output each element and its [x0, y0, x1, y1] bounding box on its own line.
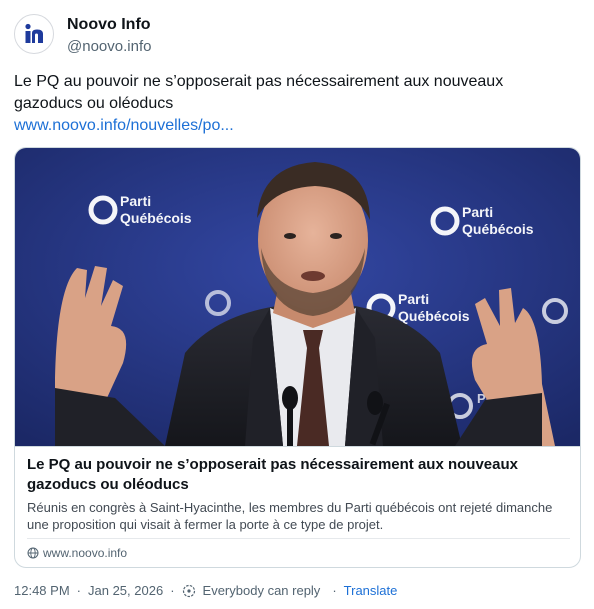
post-time[interactable]: 12:48 PM: [14, 583, 70, 598]
post-meta: 12:48 PM · Jan 25, 2026 · Everybody can …: [14, 583, 397, 598]
card-domain: www.noovo.info: [27, 546, 127, 560]
reply-audience-icon: [182, 584, 196, 598]
globe-icon: [27, 547, 39, 559]
noovo-logo-icon: [25, 23, 43, 43]
author-avatar[interactable]: [14, 14, 54, 54]
svg-text:Québécois: Québécois: [120, 210, 192, 226]
svg-text:Parti: Parti: [120, 193, 151, 209]
meta-separator: ·: [76, 583, 81, 598]
card-description: Réunis en congrès à Saint-Hyacinthe, les…: [27, 500, 553, 532]
author-name[interactable]: Noovo Info: [67, 16, 151, 34]
author-handle[interactable]: @noovo.info: [67, 38, 151, 55]
svg-text:Parti: Parti: [398, 291, 429, 307]
post-text: Le PQ au pouvoir ne s’opposerait pas néc…: [14, 73, 504, 112]
svg-text:Québécois: Québécois: [462, 221, 534, 237]
card-image: Parti Québécois Parti Québécois Parti Qu…: [15, 148, 580, 446]
reply-setting[interactable]: Everybody can reply: [203, 583, 321, 598]
svg-text:Parti: Parti: [462, 204, 493, 220]
svg-text:Québécois: Québécois: [398, 308, 470, 324]
meta-separator: ·: [170, 583, 175, 598]
card-divider: [15, 446, 580, 447]
card-separator: [27, 538, 570, 539]
post: Noovo Info @noovo.info Le PQ au pouvoir …: [0, 0, 594, 609]
translate-link[interactable]: Translate: [344, 583, 398, 598]
card-domain-label: www.noovo.info: [43, 546, 128, 560]
link-preview-card[interactable]: Parti Québécois Parti Québécois Parti Qu…: [14, 147, 581, 568]
meta-separator: ·: [332, 583, 337, 598]
post-link[interactable]: www.noovo.info/nouvelles/po...: [14, 115, 234, 137]
card-title: Le PQ au pouvoir ne s’opposerait pas néc…: [27, 456, 518, 493]
post-date[interactable]: Jan 25, 2026: [88, 583, 163, 598]
